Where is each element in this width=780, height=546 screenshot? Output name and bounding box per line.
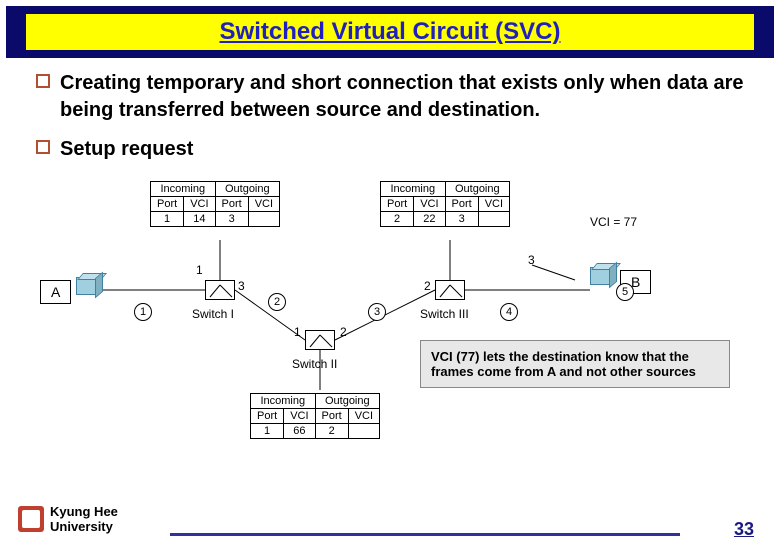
bullet-1-text: Creating temporary and short connection … — [60, 70, 744, 124]
step-5: 5 — [616, 283, 634, 301]
bullet-icon — [36, 74, 50, 88]
step-4: 4 — [500, 303, 518, 321]
step-2: 2 — [268, 293, 286, 311]
slide-title: Switched Virtual Circuit (SVC) — [26, 14, 754, 50]
switch2-table: IncomingOutgoing PortVCIPortVCI 1662 — [250, 393, 380, 439]
bullet-2-row: Setup request — [36, 136, 744, 163]
port-label: 3 — [238, 279, 245, 293]
footer-divider — [170, 533, 680, 536]
switch1-table: IncomingOutgoing PortVCIPortVCI 1143 — [150, 181, 280, 227]
switch2-label: Switch II — [292, 357, 337, 371]
host-a-icon — [76, 277, 98, 295]
port-label: 1 — [196, 263, 203, 277]
switch1-label: Switch I — [192, 307, 234, 321]
port-label: 2 — [424, 279, 431, 293]
step-1: 1 — [134, 303, 152, 321]
svc-diagram: IncomingOutgoing PortVCIPortVCI 1143 Inc… — [40, 175, 740, 455]
host-a-label: A — [40, 280, 71, 304]
switch2-icon — [305, 330, 335, 350]
vci-note: VCI (77) lets the destination know that … — [420, 340, 730, 388]
step-3: 3 — [368, 303, 386, 321]
switch1-icon — [205, 280, 235, 300]
bullet-2-text: Setup request — [60, 136, 193, 163]
university-name: Kyung Hee University — [50, 504, 118, 534]
switch3-icon — [435, 280, 465, 300]
switch3-table: IncomingOutgoing PortVCIPortVCI 2223 — [380, 181, 510, 227]
port-label: 3 — [528, 253, 535, 267]
bullet-icon — [36, 140, 50, 154]
title-bar: Switched Virtual Circuit (SVC) — [6, 6, 774, 58]
port-label: 1 — [294, 325, 301, 339]
page-number: 33 — [734, 519, 754, 540]
switch3-label: Switch III — [420, 307, 469, 321]
bullet-1-row: Creating temporary and short connection … — [36, 70, 744, 124]
port-label: 2 — [340, 325, 347, 339]
content-area: Creating temporary and short connection … — [0, 58, 780, 455]
host-b-icon — [590, 267, 612, 285]
university-logo-icon — [18, 506, 44, 532]
vci77-label: VCI = 77 — [590, 215, 637, 229]
